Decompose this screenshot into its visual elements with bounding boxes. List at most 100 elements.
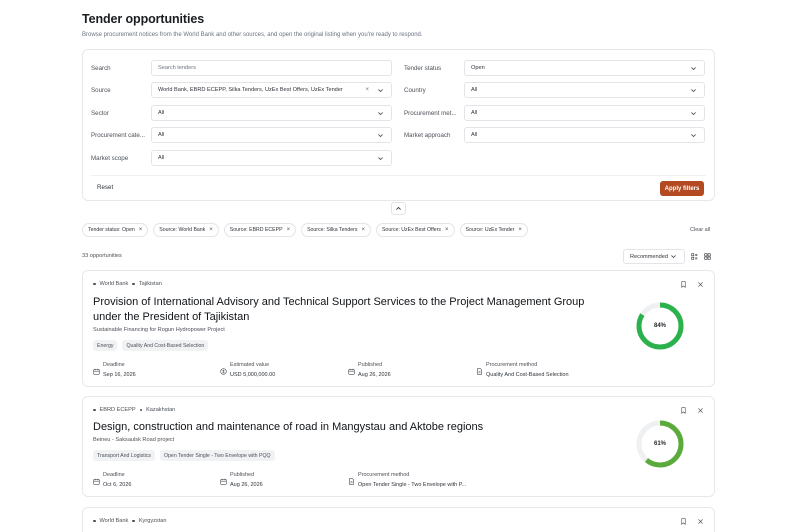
sector-select[interactable]: All bbox=[151, 105, 392, 121]
calendar-icon bbox=[93, 472, 100, 485]
tender-card[interactable]: EBRD ECEPP Kazakhstan Design, constructi… bbox=[82, 396, 715, 497]
tag: Open Tender Single - Two Envelope with P… bbox=[160, 450, 275, 461]
filters-panel: Search Search tenders Source World Bank,… bbox=[82, 49, 715, 201]
filter-chip[interactable]: Source: UzEx Tender × bbox=[459, 223, 528, 237]
country-value: All bbox=[471, 87, 478, 93]
market-scope-value: All bbox=[158, 155, 165, 161]
tender-status-select[interactable]: Open bbox=[464, 60, 705, 76]
grid-view-toggle[interactable] bbox=[702, 251, 713, 262]
sort-select[interactable]: Recommended bbox=[623, 249, 685, 264]
dollar-icon bbox=[220, 362, 227, 375]
reset-button[interactable]: Reset bbox=[97, 184, 113, 191]
bookmark-icon[interactable] bbox=[679, 280, 687, 288]
tender-card[interactable]: World Bank Kyrgyzstan bbox=[82, 507, 715, 532]
collapse-filters-button[interactable] bbox=[391, 202, 406, 215]
fact-procurement-method: Procurement method Open Tender Single - … bbox=[348, 472, 508, 488]
clear-icon[interactable]: × bbox=[365, 87, 369, 93]
filter-label: Market approach bbox=[404, 131, 451, 139]
filter-chip[interactable]: Source: World Bank × bbox=[153, 223, 219, 237]
chip-label: Source: EBRD ECEPP bbox=[229, 227, 283, 233]
filter-market-scope-row: Market scope All bbox=[91, 150, 392, 166]
procurement-category-value: All bbox=[158, 132, 165, 138]
source-select[interactable]: World Bank, EBRD ECEPP, Silka Tenders, U… bbox=[151, 82, 392, 98]
tag: Energy bbox=[93, 340, 118, 351]
chevron-down-icon bbox=[375, 85, 385, 95]
market-approach-value: All bbox=[471, 132, 478, 138]
filter-label: Market scope bbox=[91, 154, 129, 162]
chevron-down-icon bbox=[668, 252, 678, 262]
close-icon[interactable]: × bbox=[518, 227, 522, 233]
fact-estimated-value: Estimated value USD 5,000,000.00 bbox=[220, 362, 348, 378]
procurement-category-select[interactable]: All bbox=[151, 127, 392, 143]
card-subtitle: Beineu - Saksaulsk Road project bbox=[93, 437, 175, 443]
card-title[interactable]: Provision of International Advisory and … bbox=[93, 295, 613, 325]
tender-status-value: Open bbox=[471, 65, 485, 71]
filter-label: Source bbox=[91, 86, 111, 94]
fact-published: Published Aug 26, 2026 bbox=[220, 472, 348, 488]
calendar-icon bbox=[93, 362, 100, 375]
list-view-toggle[interactable] bbox=[689, 251, 700, 262]
chevron-down-icon bbox=[688, 108, 698, 118]
fact-value: Sep 16, 2026 bbox=[103, 372, 136, 378]
market-scope-select[interactable]: All bbox=[151, 150, 392, 166]
bookmark-icon[interactable] bbox=[679, 517, 687, 525]
dismiss-icon[interactable] bbox=[696, 280, 704, 288]
card-country: Tajikistan bbox=[138, 281, 162, 287]
close-icon[interactable]: × bbox=[445, 227, 449, 233]
score-label: 61% bbox=[653, 441, 666, 447]
dismiss-icon[interactable] bbox=[696, 406, 704, 414]
search-placeholder: Search tenders bbox=[158, 65, 196, 71]
fact-label: Published bbox=[358, 362, 383, 368]
chip-label: Tender status: Open bbox=[88, 227, 135, 233]
grid-view-icon bbox=[704, 253, 711, 260]
procurement-method-select[interactable]: All bbox=[464, 105, 705, 121]
filter-chip[interactable]: Source: EBRD ECEPP × bbox=[223, 223, 297, 237]
search-input[interactable]: Search tenders bbox=[151, 60, 392, 76]
card-actions bbox=[679, 517, 704, 525]
bullet-icon bbox=[93, 519, 96, 523]
filter-country-row: Country All bbox=[404, 82, 705, 98]
market-approach-select[interactable]: All bbox=[464, 127, 705, 143]
card-source: EBRD ECEPP bbox=[99, 407, 136, 413]
calendar-icon bbox=[220, 472, 227, 485]
filter-chip[interactable]: Tender status: Open × bbox=[82, 223, 149, 237]
apply-filters-button[interactable]: Apply filters bbox=[660, 181, 704, 196]
tag: Transport And Logistics bbox=[93, 450, 156, 461]
filter-sector-row: Sector All bbox=[91, 105, 392, 121]
filter-market-approach-row: Market approach All bbox=[404, 127, 705, 143]
fact-label: Procurement method bbox=[358, 472, 410, 478]
tender-card[interactable]: World Bank Tajikistan Provision of Inter… bbox=[82, 270, 715, 387]
bookmark-icon[interactable] bbox=[679, 406, 687, 414]
fact-label: Published bbox=[230, 472, 255, 478]
filter-tender-status-row: Tender status Open bbox=[404, 60, 705, 76]
card-facts: Deadline Oct 6, 2026 Published Aug 26, 2… bbox=[93, 472, 508, 488]
close-icon[interactable]: × bbox=[287, 227, 291, 233]
filter-label: Tender status bbox=[404, 64, 442, 72]
fact-value: USD 5,000,000.00 bbox=[230, 372, 276, 378]
clear-all-link[interactable]: Clear all bbox=[690, 227, 710, 233]
filter-chip[interactable]: Source: UzEx Best Offers × bbox=[375, 223, 455, 237]
tag: Quality And Cost-Based Selection bbox=[122, 340, 209, 351]
fact-value: Oct 6, 2026 bbox=[103, 482, 132, 488]
fact-label: Deadline bbox=[103, 362, 125, 368]
sort-value: Recommended bbox=[630, 253, 668, 260]
close-icon[interactable]: × bbox=[139, 227, 143, 233]
score-label: 84% bbox=[653, 323, 666, 329]
close-icon[interactable]: × bbox=[209, 227, 213, 233]
filter-chip[interactable]: Source: Silka Tenders × bbox=[301, 223, 371, 237]
fact-value: Quality And Cost-Based Selection bbox=[486, 372, 569, 378]
dismiss-icon[interactable] bbox=[696, 517, 704, 525]
country-select[interactable]: All bbox=[464, 82, 705, 98]
filter-procurement-category-row: Procurement cate... All bbox=[91, 127, 392, 143]
fact-published: Published Aug 26, 2026 bbox=[348, 362, 476, 378]
card-country: Kyrgyzstan bbox=[138, 518, 167, 524]
page-subtitle: Browse procurement notices from the Worl… bbox=[82, 32, 423, 38]
chevron-down-icon bbox=[375, 108, 385, 118]
fact-label: Estimated value bbox=[230, 362, 270, 368]
close-icon[interactable]: × bbox=[361, 227, 365, 233]
fact-value: Open Tender Single - Two Envelope with P… bbox=[358, 482, 467, 488]
calendar-icon bbox=[348, 362, 355, 375]
chip-label: Source: Silka Tenders bbox=[307, 227, 358, 233]
card-tags: Transport And Logistics Open Tender Sing… bbox=[93, 450, 275, 461]
card-title[interactable]: Design, construction and maintenance of … bbox=[93, 420, 613, 435]
